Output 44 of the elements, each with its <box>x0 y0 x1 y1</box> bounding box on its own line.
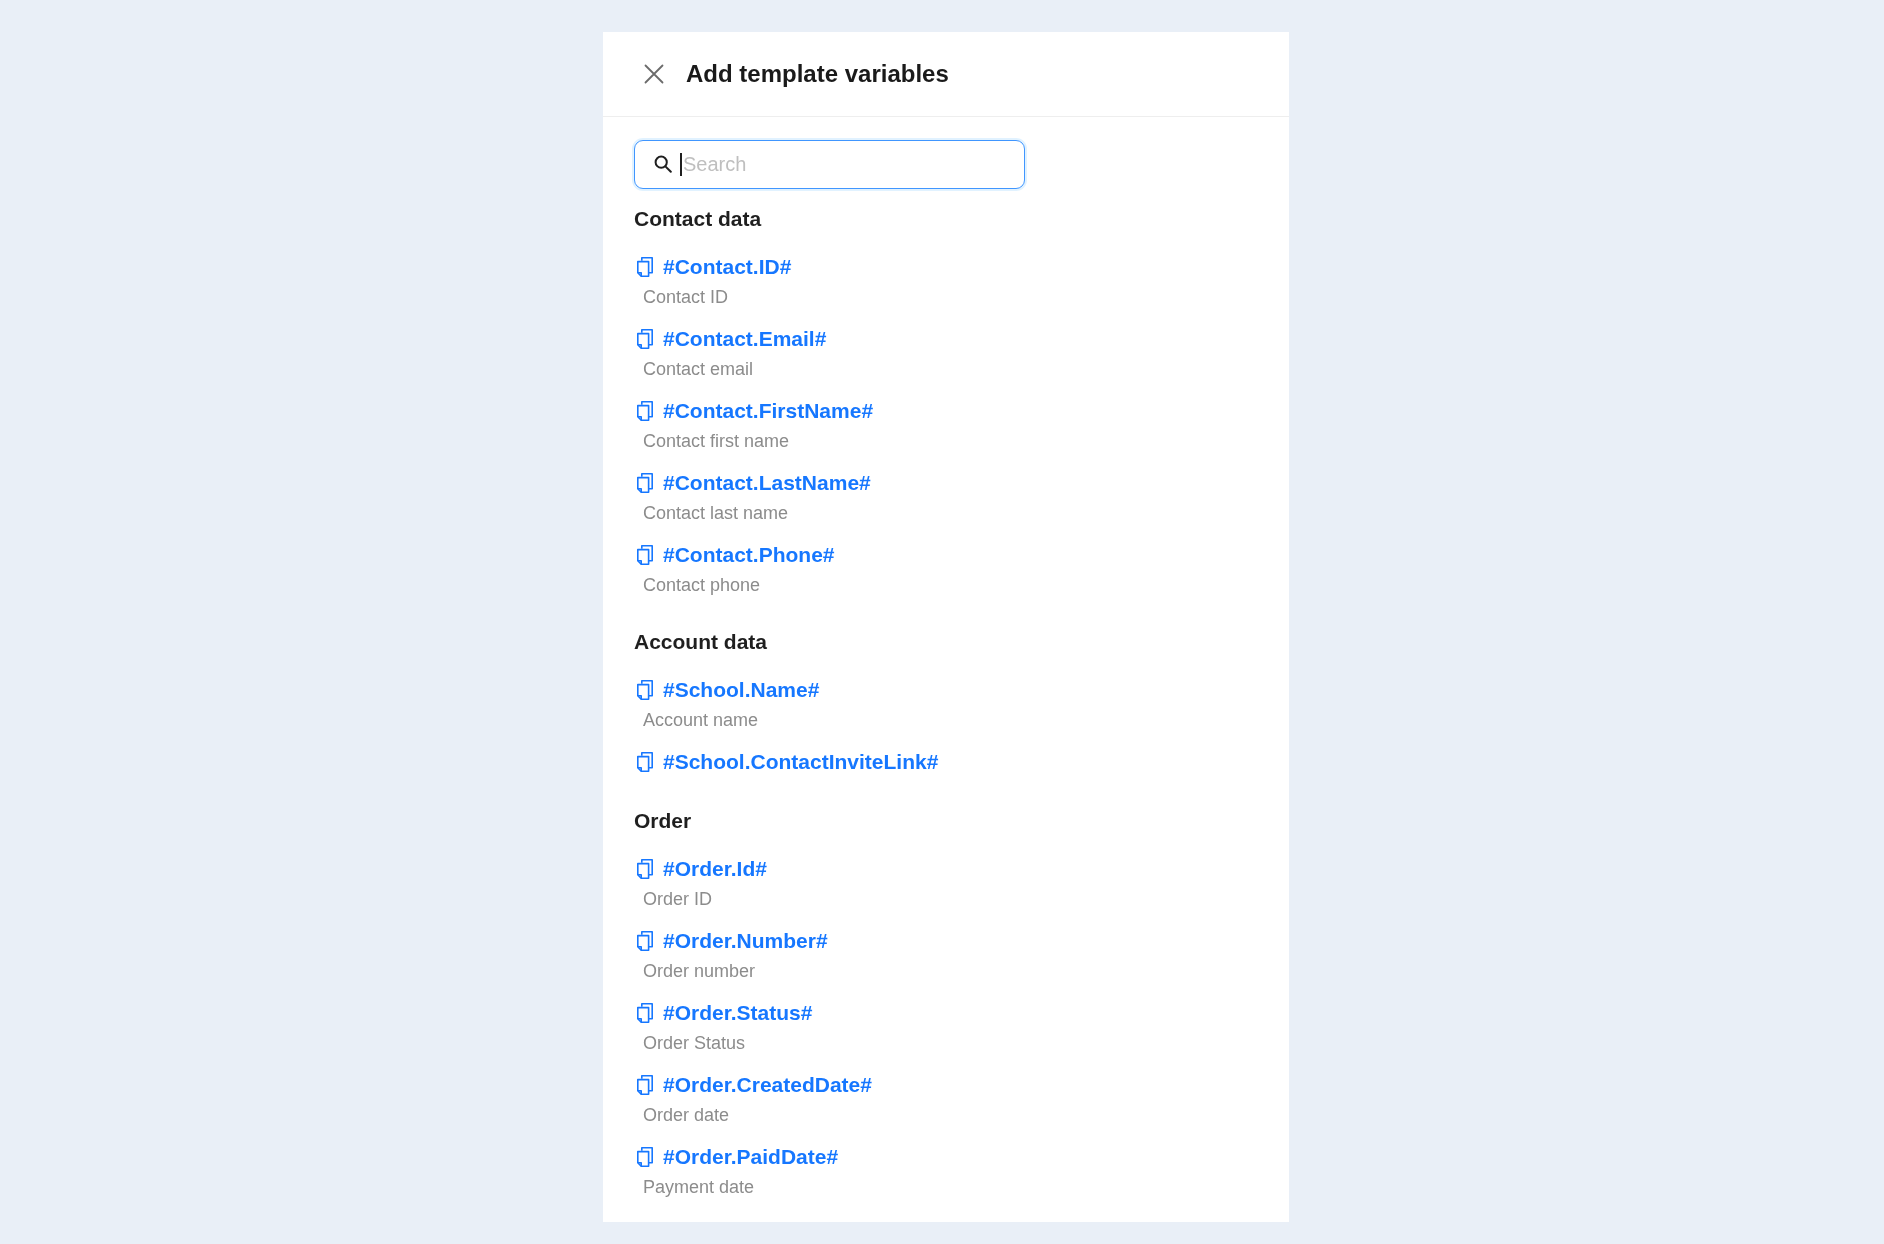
variable-copy-link[interactable]: #Contact.FirstName# <box>634 397 874 425</box>
section-heading: Account data <box>634 629 767 655</box>
variable-copy-link[interactable]: #Order.PaidDate# <box>634 1143 839 1171</box>
search-icon <box>654 155 672 173</box>
copy-icon <box>637 1003 653 1023</box>
dialog-title: Add template variables <box>686 59 949 89</box>
variable-description: Order number <box>643 960 756 983</box>
close-icon <box>644 64 664 84</box>
variable-description: Contact ID <box>643 286 729 309</box>
text-cursor-icon <box>680 153 682 176</box>
variable-description: Contact first name <box>643 430 790 453</box>
variable-copy-link[interactable]: #Order.Status# <box>634 999 813 1027</box>
copy-icon <box>637 1075 653 1095</box>
copy-icon <box>637 257 653 277</box>
variable-copy-link[interactable]: #Order.CreatedDate# <box>634 1071 872 1099</box>
variable-description: Account name <box>643 709 759 732</box>
variable-copy-link[interactable]: #Order.Id# <box>634 855 767 883</box>
variable-copy-link[interactable]: #Contact.Phone# <box>634 541 835 569</box>
copy-icon <box>637 401 653 421</box>
copy-icon <box>637 680 653 700</box>
copy-icon <box>637 859 653 879</box>
copy-icon <box>637 931 653 951</box>
close-button[interactable] <box>644 64 664 84</box>
copy-icon <box>637 545 653 565</box>
copy-icon <box>637 1147 653 1167</box>
variable-description: Order Status <box>643 1032 746 1055</box>
variable-description: Order date <box>643 1104 730 1127</box>
variable-copy-link[interactable]: #Contact.ID# <box>634 253 792 281</box>
search-field[interactable]: Search <box>634 140 1025 189</box>
variable-description: Contact email <box>643 358 754 381</box>
section-heading: Contact data <box>634 206 762 232</box>
variable-description: Contact phone <box>643 574 761 597</box>
section-heading: Order <box>634 808 692 834</box>
copy-icon <box>637 473 653 493</box>
variable-copy-link[interactable]: #Order.Number# <box>634 927 828 955</box>
variable-copy-link[interactable]: #School.ContactInviteLink# <box>634 748 939 776</box>
variable-description: Order ID <box>643 888 712 911</box>
variable-description: Payment date <box>643 1176 755 1199</box>
copy-icon <box>637 752 653 772</box>
variable-copy-link[interactable]: #Contact.LastName# <box>634 469 871 497</box>
variable-description: Contact last name <box>643 502 789 525</box>
copy-icon <box>637 329 653 349</box>
variable-copy-link[interactable]: #School.Name# <box>634 676 820 704</box>
variable-copy-link[interactable]: #Contact.Email# <box>634 325 827 353</box>
